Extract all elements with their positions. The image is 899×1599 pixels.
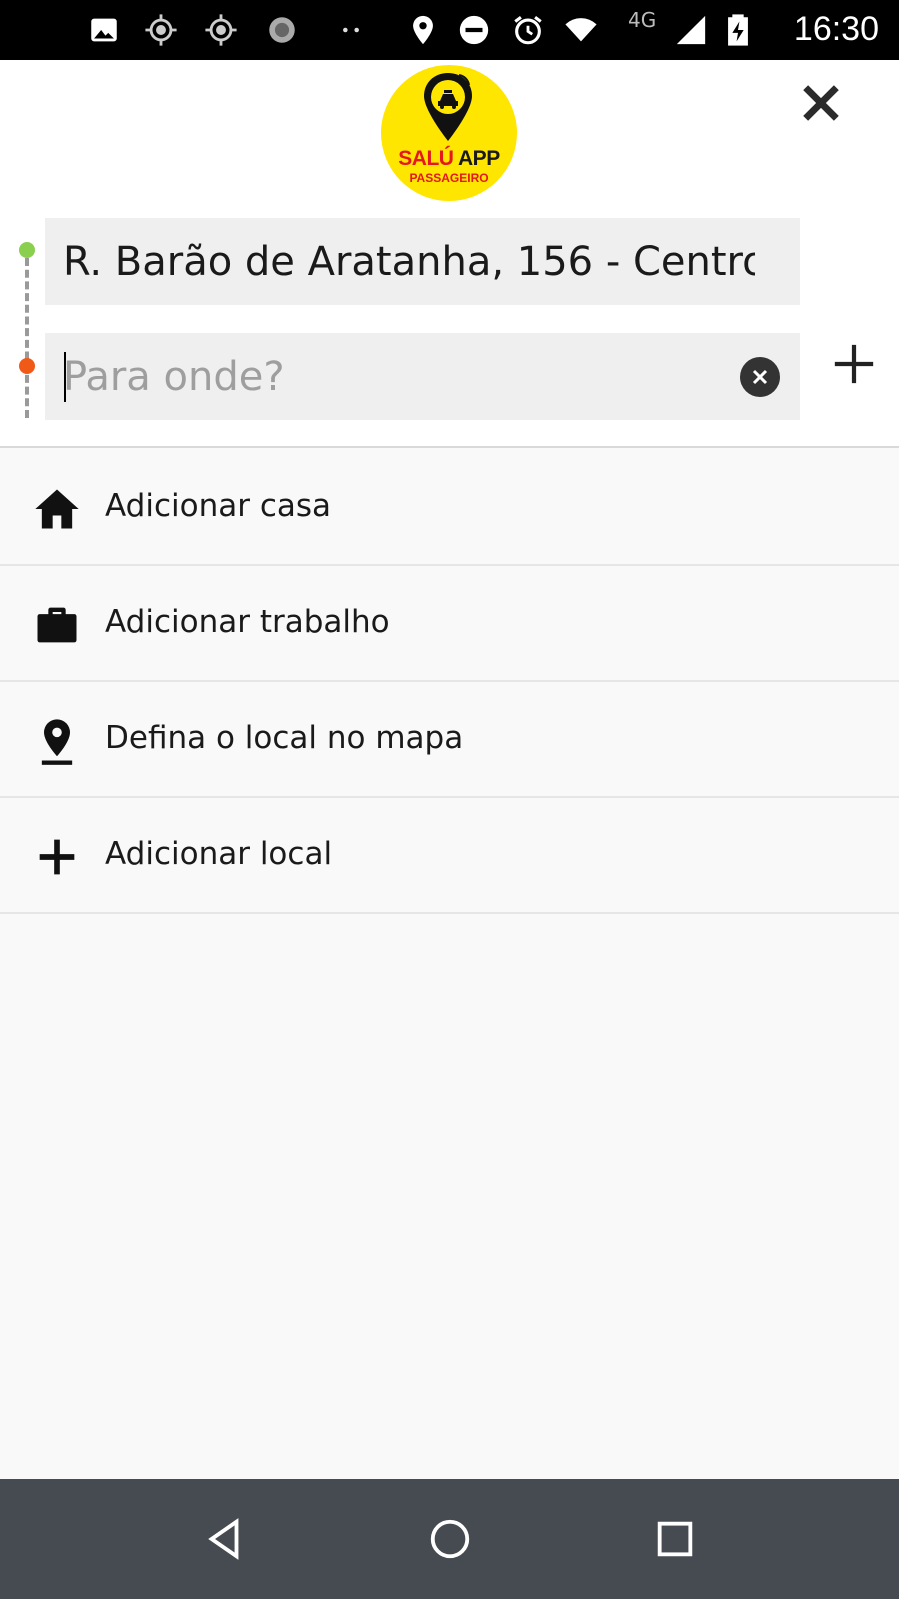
- route-header: SALÚ APP PASSAGEIRO R. Barão de Aratanha…: [0, 60, 899, 448]
- recents-button[interactable]: [645, 1509, 705, 1569]
- gallery-notification-icon: [86, 12, 122, 48]
- home-circle-icon: [430, 1519, 470, 1559]
- close-button[interactable]: [794, 76, 848, 130]
- home-button[interactable]: [420, 1509, 480, 1569]
- more-notifications-icon: [333, 12, 369, 48]
- system-navigation-bar: [0, 1479, 899, 1599]
- list-item-label: Adicionar trabalho: [105, 604, 390, 640]
- signal-icon: [673, 12, 709, 48]
- destination-shortcuts-list: Adicionar casa Adicionar trabalho Defina…: [0, 450, 899, 914]
- back-button[interactable]: [195, 1509, 255, 1569]
- plus-icon: [30, 830, 84, 884]
- origin-value[interactable]: R. Barão de Aratanha, 156 - Centro: [63, 236, 755, 288]
- back-icon: [208, 1518, 239, 1560]
- location-notification-icon: [143, 12, 179, 48]
- do-not-disturb-icon: [456, 12, 492, 48]
- plus-icon: [834, 344, 874, 384]
- add-stop-button[interactable]: [826, 336, 882, 392]
- list-item-label: Adicionar local: [105, 836, 333, 872]
- wifi-icon: [563, 12, 599, 48]
- location-notification-icon-2: [203, 12, 239, 48]
- origin-dot: [19, 242, 35, 258]
- list-item-add-place[interactable]: Adicionar local: [0, 798, 899, 914]
- alarm-icon: [510, 12, 546, 48]
- app-logo: SALÚ APP PASSAGEIRO: [381, 65, 517, 201]
- taxi-pin-icon: [424, 73, 472, 141]
- home-icon: [30, 482, 84, 536]
- map-pin-icon: [30, 714, 84, 768]
- logo-title: SALÚ APP: [398, 147, 500, 170]
- recents-icon: [657, 1521, 693, 1557]
- status-bar: 4G 16:30: [0, 0, 899, 60]
- close-icon: [803, 85, 839, 121]
- sync-notification-icon: [264, 12, 300, 48]
- origin-field[interactable]: R. Barão de Aratanha, 156 - Centro: [45, 218, 800, 305]
- list-item-label: Defina o local no mapa: [105, 720, 464, 756]
- clock: 16:30: [793, 10, 879, 48]
- clear-destination-button[interactable]: [740, 357, 780, 397]
- route-connector-line: [25, 258, 29, 418]
- destination-dot: [19, 358, 35, 374]
- text-cursor: [64, 352, 66, 402]
- destination-field[interactable]: [45, 333, 800, 420]
- gps-icon: [405, 12, 441, 48]
- list-item-label: Adicionar casa: [105, 488, 332, 524]
- list-item-set-on-map[interactable]: Defina o local no mapa: [0, 682, 899, 798]
- clear-icon: [752, 369, 768, 385]
- destination-input[interactable]: [63, 351, 713, 403]
- list-item-add-work[interactable]: Adicionar trabalho: [0, 566, 899, 682]
- logo-subtitle: PASSAGEIRO: [409, 171, 489, 185]
- network-type: 4G: [628, 8, 657, 32]
- list-item-add-home[interactable]: Adicionar casa: [0, 450, 899, 566]
- battery-charging-icon: [720, 12, 756, 48]
- briefcase-icon: [30, 598, 84, 652]
